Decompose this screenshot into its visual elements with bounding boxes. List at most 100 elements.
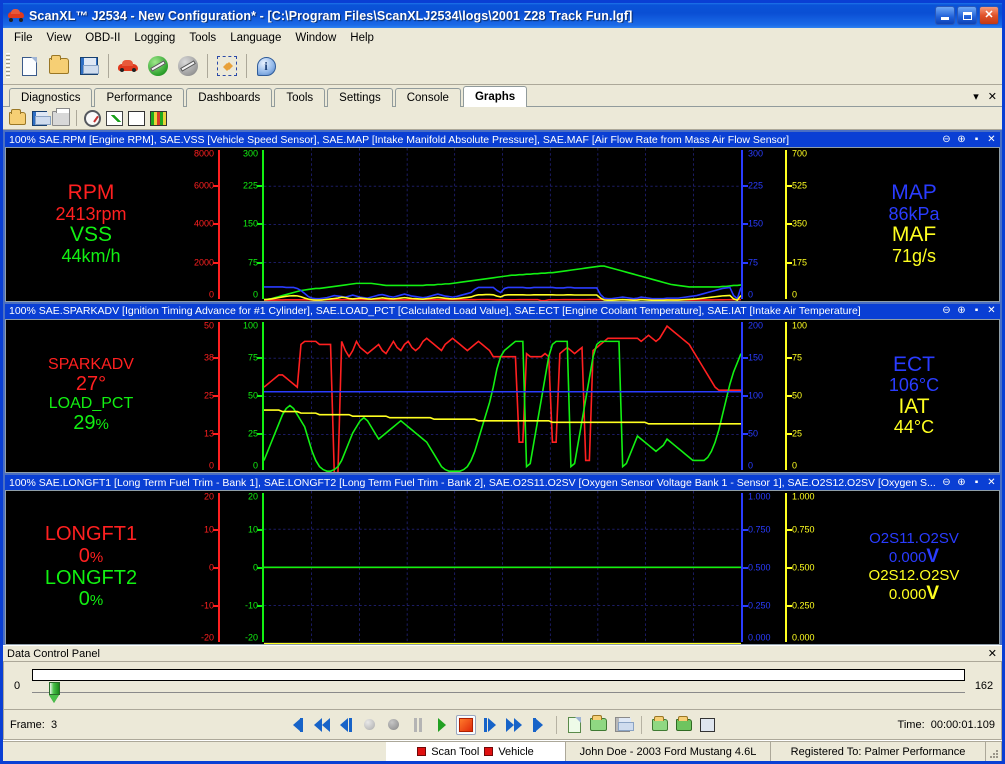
axis-tick-mark bbox=[257, 185, 262, 187]
fast-forward-button[interactable] bbox=[504, 715, 524, 735]
app-icon bbox=[7, 8, 25, 23]
record-button[interactable] bbox=[360, 715, 380, 735]
save-graph-button[interactable] bbox=[28, 108, 50, 128]
disconnect-button[interactable] bbox=[173, 51, 203, 81]
maximize-button[interactable] bbox=[957, 6, 977, 25]
axis-tick-mark bbox=[787, 433, 792, 435]
close-button[interactable]: ✕ bbox=[979, 6, 999, 25]
rewind-button[interactable] bbox=[312, 715, 332, 735]
grid-view-button[interactable] bbox=[125, 108, 147, 128]
tab-settings[interactable]: Settings bbox=[327, 88, 393, 107]
axis-tick-mark bbox=[743, 395, 748, 397]
new-button[interactable] bbox=[14, 51, 44, 81]
legend-name-o2s12: O2S12.O2SV bbox=[869, 568, 960, 583]
record-all-button[interactable] bbox=[384, 715, 404, 735]
chart-view-button[interactable] bbox=[103, 108, 125, 128]
skip-to-start-button[interactable] bbox=[288, 715, 308, 735]
menu-bar: File View OBD-II Logging Tools Language … bbox=[3, 28, 1002, 48]
slider-track[interactable] bbox=[32, 692, 965, 693]
gauge-icon bbox=[84, 110, 101, 127]
slider-thumb[interactable] bbox=[49, 682, 60, 703]
panel-maximize-icon[interactable]: ⊕ bbox=[956, 477, 967, 488]
panel-restore-icon[interactable]: ▪ bbox=[971, 134, 982, 145]
plot-area-panel-2[interactable] bbox=[264, 320, 741, 473]
panel-minimize-icon[interactable]: ⊖ bbox=[941, 306, 952, 317]
open-button[interactable] bbox=[44, 51, 74, 81]
pause-button[interactable] bbox=[408, 715, 428, 735]
axis-tick-label: 50 bbox=[748, 430, 758, 439]
print-graph-button[interactable] bbox=[50, 108, 72, 128]
panel-close-icon[interactable]: ✕ bbox=[986, 134, 997, 145]
panel-restore-icon[interactable]: ▪ bbox=[971, 306, 982, 317]
menu-language[interactable]: Language bbox=[223, 30, 288, 46]
axis-tick-label: 0 bbox=[253, 462, 258, 471]
gauge-view-button[interactable] bbox=[81, 108, 103, 128]
tab-performance[interactable]: Performance bbox=[94, 88, 184, 107]
tab-close-icon[interactable]: ✕ bbox=[988, 90, 997, 103]
panel-close-icon[interactable]: ✕ bbox=[986, 477, 997, 488]
open-log-button[interactable] bbox=[589, 715, 609, 735]
menu-window[interactable]: Window bbox=[288, 30, 343, 46]
title-bar: ScanXL™ J2534 - New Configuration* - [C:… bbox=[3, 3, 1002, 28]
step-forward-button[interactable] bbox=[480, 715, 500, 735]
legend-name-load-pct: LOAD_PCT bbox=[49, 396, 133, 412]
axis-tick-mark bbox=[257, 223, 262, 225]
stop-button[interactable] bbox=[456, 715, 476, 735]
step-back-button[interactable] bbox=[336, 715, 356, 735]
info-button[interactable]: i bbox=[251, 51, 281, 81]
tab-dashboards[interactable]: Dashboards bbox=[186, 88, 272, 107]
menu-file[interactable]: File bbox=[7, 30, 40, 46]
axis-tick-label: 75 bbox=[748, 258, 758, 267]
new-log-button[interactable] bbox=[565, 715, 585, 735]
menu-logging[interactable]: Logging bbox=[127, 30, 182, 46]
minimize-button[interactable] bbox=[935, 6, 955, 25]
panel-minimize-icon[interactable]: ⊖ bbox=[941, 134, 952, 145]
vehicle-button[interactable] bbox=[113, 51, 143, 81]
save-log-button[interactable] bbox=[613, 715, 633, 735]
play-button[interactable] bbox=[432, 715, 452, 735]
menu-obdii[interactable]: OBD-II bbox=[78, 30, 127, 46]
save-button[interactable] bbox=[74, 51, 104, 81]
arrange-layout-button[interactable] bbox=[212, 51, 242, 81]
axis-tick-label: 6000 bbox=[194, 182, 214, 191]
matrix-view-button[interactable] bbox=[147, 108, 169, 128]
axis-tick-mark bbox=[213, 185, 218, 187]
tab-list-dropdown-icon[interactable]: ▾ bbox=[973, 90, 979, 103]
panel-maximize-icon[interactable]: ⊕ bbox=[956, 134, 967, 145]
axis-tick-mark bbox=[257, 433, 262, 435]
axis-tick-mark bbox=[743, 185, 748, 187]
graph-panels-container: 100% SAE.RPM [Engine RPM], SAE.VSS [Vehi… bbox=[3, 130, 1002, 645]
resize-grip[interactable] bbox=[986, 741, 1002, 761]
playback-slider[interactable] bbox=[30, 664, 967, 708]
plot-area-panel-3[interactable] bbox=[264, 491, 741, 644]
axis-tick-label: 0.500 bbox=[748, 563, 771, 572]
data-control-panel-title: Data Control Panel bbox=[7, 648, 988, 660]
plot-area-panel-1[interactable] bbox=[264, 148, 741, 301]
axis-tick-mark bbox=[213, 567, 218, 569]
legend-left: LONGFT1 0% LONGFT2 0% bbox=[6, 491, 176, 644]
window-title: ScanXL™ J2534 - New Configuration* - [C:… bbox=[29, 9, 935, 23]
graph-panel-body: SPARKADV 27° LOAD_PCT 29% 013253850 0255… bbox=[5, 319, 1000, 474]
axis-tick-label: 4000 bbox=[194, 220, 214, 229]
data-control-panel-close-icon[interactable]: ✕ bbox=[988, 647, 997, 660]
inspect-log-button[interactable] bbox=[698, 715, 718, 735]
menu-help[interactable]: Help bbox=[343, 30, 381, 46]
tab-tools[interactable]: Tools bbox=[274, 88, 325, 107]
panel-maximize-icon[interactable]: ⊕ bbox=[956, 306, 967, 317]
menu-view[interactable]: View bbox=[40, 30, 79, 46]
connect-button[interactable] bbox=[143, 51, 173, 81]
import-log-button[interactable] bbox=[674, 715, 694, 735]
panel-restore-icon[interactable]: ▪ bbox=[971, 477, 982, 488]
tab-console[interactable]: Console bbox=[395, 88, 461, 107]
skip-to-end-button[interactable] bbox=[528, 715, 548, 735]
export-log-button[interactable] bbox=[650, 715, 670, 735]
open-graph-button[interactable] bbox=[6, 108, 28, 128]
tab-graphs[interactable]: Graphs bbox=[463, 86, 527, 107]
legend-value-iat: 44°C bbox=[894, 417, 934, 438]
tab-diagnostics[interactable]: Diagnostics bbox=[9, 88, 92, 107]
panel-minimize-icon[interactable]: ⊖ bbox=[941, 477, 952, 488]
menu-tools[interactable]: Tools bbox=[182, 30, 223, 46]
panel-close-icon[interactable]: ✕ bbox=[986, 306, 997, 317]
toolbar-grip[interactable] bbox=[6, 53, 10, 79]
axis-tick-label: 2000 bbox=[194, 258, 214, 267]
